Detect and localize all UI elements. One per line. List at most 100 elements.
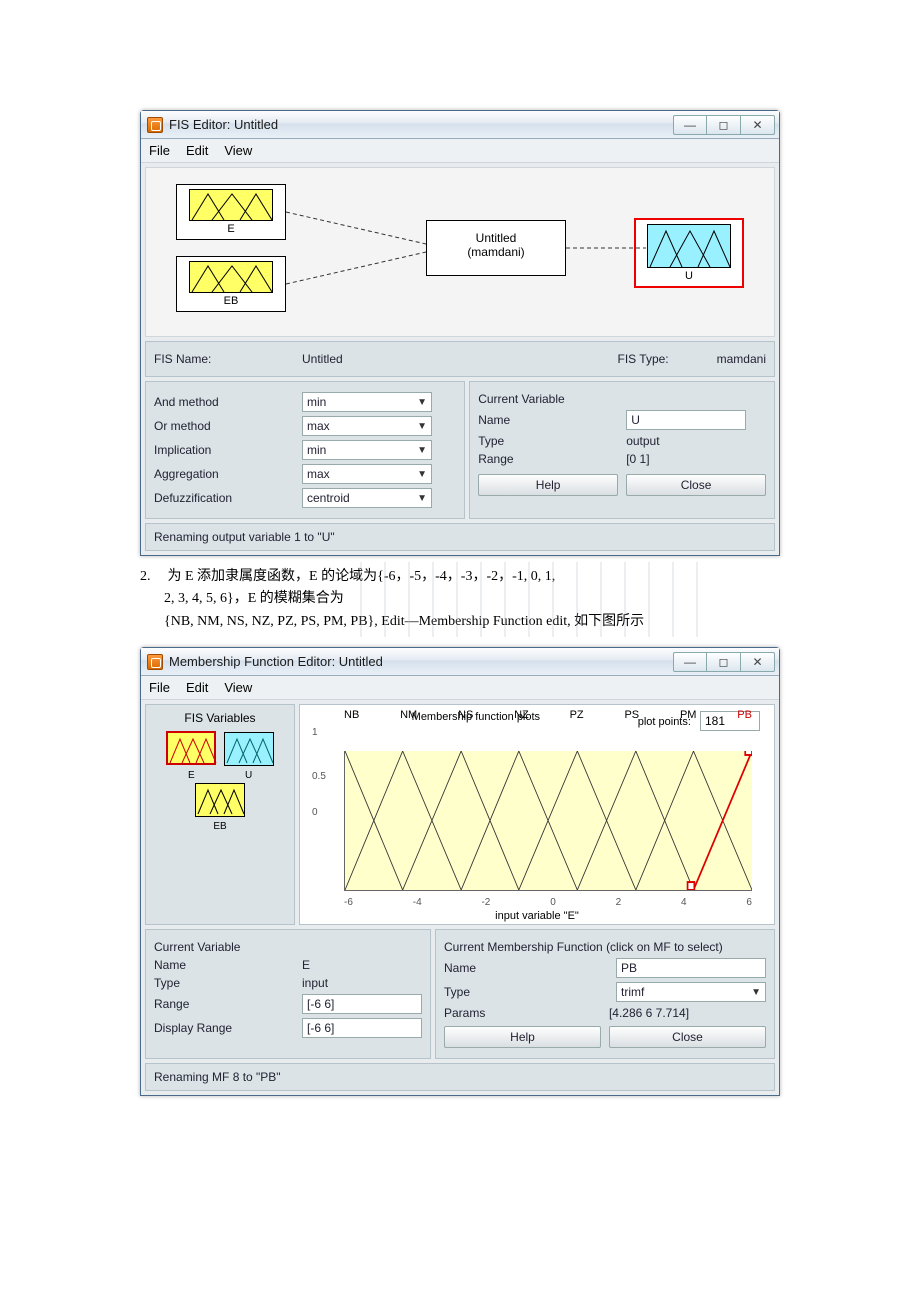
chevron-down-icon: ▼ xyxy=(417,469,427,480)
fis-name-panel: FIS Name: Untitled FIS Type: mamdani xyxy=(145,341,775,377)
system-box[interactable]: Untitled (mamdani) xyxy=(426,220,566,276)
aggregation-value: max xyxy=(307,467,330,481)
curmf-type-select[interactable]: trimf▼ xyxy=(616,982,766,1002)
defuzz-select[interactable]: centroid▼ xyxy=(302,488,432,508)
defuzz-label: Defuzzification xyxy=(154,491,294,505)
system-type: (mamdani) xyxy=(427,245,565,259)
x-ticks: -6 -4 -2 0 2 4 6 xyxy=(344,897,752,908)
mf-curve-labels: NB NM NS NZ PZ PS PM PB xyxy=(344,709,752,721)
step-line1: 为 E 添加隶属度函数，E 的论域为{-6，-5，-4，-3，-2，-1, 0,… xyxy=(168,569,556,584)
output-var-u[interactable]: U xyxy=(634,218,744,288)
input-var-eb[interactable]: EB xyxy=(176,256,286,312)
curmf-name-input[interactable]: PB xyxy=(616,958,766,978)
help-button[interactable]: Help xyxy=(478,474,618,496)
menu-view[interactable]: View xyxy=(224,143,252,158)
curvar-type-value: output xyxy=(626,434,659,448)
var-thumb-e[interactable]: E xyxy=(164,729,218,781)
var-label: EB xyxy=(177,295,285,307)
curmf-params-value: [4.286 6 7.714] xyxy=(532,1006,766,1020)
mfe-curvar-panel: Current Variable Name E Type input Range… xyxy=(145,929,431,1059)
curvar-name-value: U xyxy=(631,413,640,427)
status-bar: Renaming output variable 1 to "U" xyxy=(145,523,775,551)
curvar-name-input[interactable]: U xyxy=(626,410,746,430)
var-thumb-label: EB xyxy=(193,821,247,832)
curvar-range-label: Range xyxy=(478,452,618,466)
curvar-header: Current Variable xyxy=(478,392,564,406)
aggregation-select[interactable]: max ▼ xyxy=(302,464,432,484)
or-method-select[interactable]: max▼ xyxy=(302,416,432,436)
menubar: File Edit View xyxy=(141,676,779,700)
window-title: Membership Function Editor: Untitled xyxy=(169,654,673,669)
aggregation-label: Aggregation xyxy=(154,467,294,481)
chevron-down-icon: ▼ xyxy=(417,421,427,432)
close-button[interactable]: Close xyxy=(626,474,766,496)
implication-label: Implication xyxy=(154,443,294,457)
mf-plot-area[interactable] xyxy=(344,751,752,891)
mf-label: PS xyxy=(624,709,639,721)
and-method-value: min xyxy=(307,395,326,409)
menu-view[interactable]: View xyxy=(224,680,252,695)
close-window-button[interactable]: ✕ xyxy=(741,115,775,135)
curvar-name-label: Name xyxy=(154,958,294,972)
curvar-range-label: Range xyxy=(154,997,294,1011)
var-thumb-u[interactable]: U xyxy=(222,730,276,781)
fis-variables-header: FIS Variables xyxy=(154,711,286,725)
menu-edit[interactable]: Edit xyxy=(186,680,208,695)
implication-select[interactable]: min▼ xyxy=(302,440,432,460)
curmf-params-label: Params xyxy=(444,1006,524,1020)
fis-type-label: FIS Type: xyxy=(618,352,669,366)
curvar-name-label: Name xyxy=(478,413,618,427)
var-thumb-eb[interactable]: EB xyxy=(193,781,247,832)
curvar-type-label: Type xyxy=(154,976,294,990)
menu-file[interactable]: File xyxy=(149,143,170,158)
var-thumb-label: E xyxy=(164,770,218,781)
window-title: FIS Editor: Untitled xyxy=(169,117,673,132)
mf-label: NZ xyxy=(514,709,529,721)
close-button[interactable]: Close xyxy=(609,1026,766,1048)
chevron-down-icon: ▼ xyxy=(751,987,761,998)
minimize-button[interactable]: — xyxy=(673,115,707,135)
curvar-drange-input[interactable]: [-6 6] xyxy=(302,1018,422,1038)
and-method-label: And method xyxy=(154,395,294,409)
implication-value: min xyxy=(307,443,326,457)
step-line3: {NB, NM, NS, NZ, PZ, PS, PM, PB}, Edit—M… xyxy=(164,614,644,629)
titlebar[interactable]: FIS Editor: Untitled — ◻ ✕ xyxy=(141,111,779,139)
menubar: File Edit View xyxy=(141,139,779,163)
curvar-range-input[interactable]: [-6 6] xyxy=(302,994,422,1014)
methods-panel: And method min▼ Or method max▼ Implicati… xyxy=(145,381,465,519)
and-method-select[interactable]: min▼ xyxy=(302,392,432,412)
curvar-drange-label: Display Range xyxy=(154,1021,294,1035)
status-bar: Renaming MF 8 to "PB" xyxy=(145,1063,775,1091)
var-label: U xyxy=(636,270,742,282)
titlebar[interactable]: Membership Function Editor: Untitled — ◻… xyxy=(141,648,779,676)
maximize-button[interactable]: ◻ xyxy=(707,115,741,135)
step-line2: 2, 3, 4, 5, 6}，E 的模糊集合为 xyxy=(164,591,344,606)
mfe-curmf-panel: Current Membership Function (click on MF… xyxy=(435,929,775,1059)
y-ticks: 1 0.5 0 xyxy=(312,727,326,818)
instruction-text: 2. 为 E 添加隶属度函数，E 的论域为{-6，-5，-4，-3，-2，-1,… xyxy=(140,566,780,633)
var-thumb-label: U xyxy=(222,770,276,781)
menu-edit[interactable]: Edit xyxy=(186,143,208,158)
maximize-button[interactable]: ◻ xyxy=(707,652,741,672)
fis-type-value: mamdani xyxy=(717,352,766,366)
chevron-down-icon: ▼ xyxy=(417,493,427,504)
mf-editor-window: Membership Function Editor: Untitled — ◻… xyxy=(140,647,780,1096)
var-label: E xyxy=(177,223,285,235)
curvar-type-label: Type xyxy=(478,434,618,448)
help-button[interactable]: Help xyxy=(444,1026,601,1048)
system-canvas[interactable]: E EB Untitled (mamdani) U xyxy=(145,167,775,337)
curmf-name-label: Name xyxy=(444,961,524,975)
mf-label: NS xyxy=(458,709,473,721)
menu-file[interactable]: File xyxy=(149,680,170,695)
curmf-type-label: Type xyxy=(444,985,524,999)
fis-editor-window: FIS Editor: Untitled — ◻ ✕ File Edit Vie… xyxy=(140,110,780,556)
input-var-e[interactable]: E xyxy=(176,184,286,240)
mf-thumb-icon xyxy=(647,224,731,268)
mf-plot-panel: Membership function plots plot points: 1… xyxy=(299,704,775,925)
fis-name-label: FIS Name: xyxy=(154,352,294,366)
mf-label: PZ xyxy=(570,709,584,721)
minimize-button[interactable]: — xyxy=(673,652,707,672)
fis-name-value: Untitled xyxy=(302,352,343,366)
or-method-label: Or method xyxy=(154,419,294,433)
close-window-button[interactable]: ✕ xyxy=(741,652,775,672)
